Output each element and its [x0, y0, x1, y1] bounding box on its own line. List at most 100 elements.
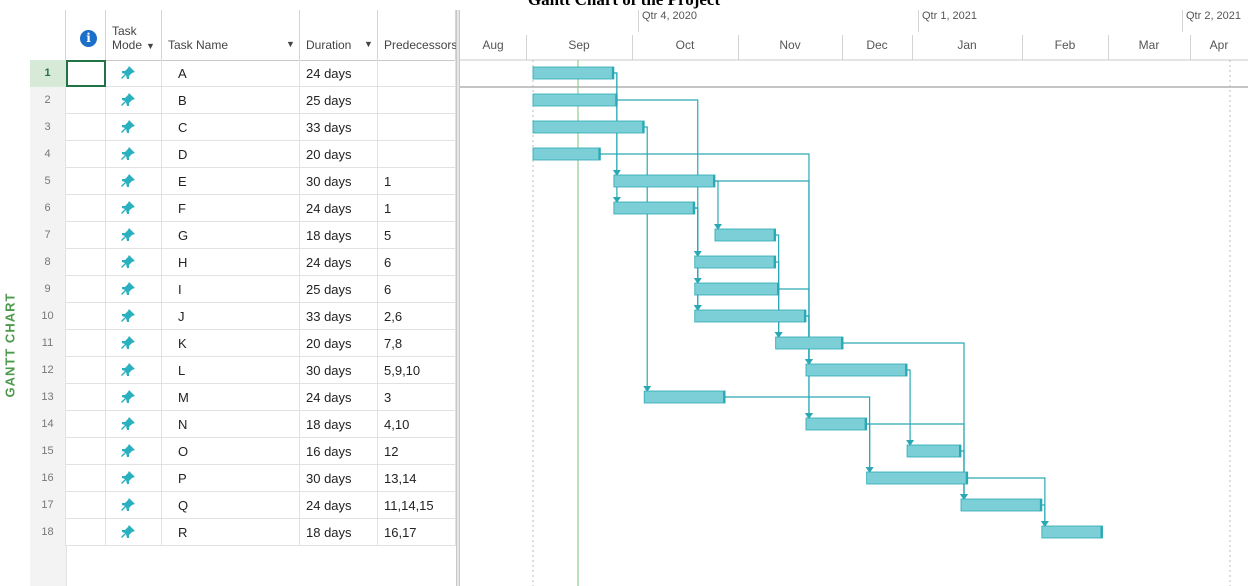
row-number[interactable]: 3	[30, 114, 66, 141]
task-mode-cell[interactable]	[106, 276, 162, 303]
task-mode-cell[interactable]	[106, 357, 162, 384]
task-name-column-header[interactable]: Task Name ▼	[162, 10, 300, 60]
task-mode-cell[interactable]	[106, 492, 162, 519]
duration-cell[interactable]: 33 days	[300, 114, 378, 141]
row-number[interactable]: 1	[30, 60, 66, 87]
duration-cell[interactable]: 24 days	[300, 249, 378, 276]
task-mode-cell[interactable]	[106, 303, 162, 330]
task-name-cell[interactable]: P	[162, 465, 300, 492]
task-row[interactable]: 10 J 33 days 2,6	[30, 303, 456, 330]
row-number[interactable]: 8	[30, 249, 66, 276]
predecessors-cell[interactable]: 13,14	[378, 465, 456, 492]
task-name-cell[interactable]: H	[162, 249, 300, 276]
predecessors-cell[interactable]: 16,17	[378, 519, 456, 546]
task-mode-cell[interactable]	[106, 411, 162, 438]
indicator-cell[interactable]	[66, 330, 106, 357]
predecessors-cell[interactable]: 3	[378, 384, 456, 411]
task-name-cell[interactable]: I	[162, 276, 300, 303]
task-bar[interactable]	[694, 282, 780, 296]
task-mode-cell[interactable]	[106, 168, 162, 195]
task-row[interactable]: 9 I 25 days 6	[30, 276, 456, 303]
task-bar[interactable]	[906, 444, 962, 458]
indicator-cell[interactable]	[66, 87, 106, 114]
task-row[interactable]: 18 R 18 days 16,17	[30, 519, 456, 546]
duration-cell[interactable]: 24 days	[300, 60, 378, 87]
task-bar[interactable]	[613, 174, 716, 188]
task-mode-cell[interactable]	[106, 87, 162, 114]
indicator-cell[interactable]	[66, 141, 106, 168]
task-row[interactable]: 6 F 24 days 1	[30, 195, 456, 222]
predecessors-cell[interactable]: 5	[378, 222, 456, 249]
task-row[interactable]: 1 A 24 days	[30, 60, 456, 87]
task-name-cell[interactable]: O	[162, 438, 300, 465]
predecessors-cell[interactable]: 11,14,15	[378, 492, 456, 519]
task-mode-cell[interactable]	[106, 141, 162, 168]
predecessors-cell[interactable]: 12	[378, 438, 456, 465]
predecessors-cell[interactable]: 7,8	[378, 330, 456, 357]
chevron-down-icon[interactable]: ▼	[364, 39, 373, 49]
duration-cell[interactable]: 20 days	[300, 141, 378, 168]
task-name-cell[interactable]: A	[162, 60, 300, 87]
task-row[interactable]: 15 O 16 days 12	[30, 438, 456, 465]
duration-cell[interactable]: 24 days	[300, 384, 378, 411]
indicator-cell[interactable]	[66, 195, 106, 222]
task-row[interactable]: 7 G 18 days 5	[30, 222, 456, 249]
select-all-corner[interactable]	[30, 10, 66, 60]
task-name-cell[interactable]: E	[162, 168, 300, 195]
task-name-cell[interactable]: L	[162, 357, 300, 384]
task-bar[interactable]	[532, 66, 615, 80]
row-number[interactable]: 11	[30, 330, 66, 357]
duration-cell[interactable]: 30 days	[300, 465, 378, 492]
chevron-down-icon[interactable]: ▼	[146, 41, 155, 51]
task-bar[interactable]	[694, 255, 777, 269]
task-mode-cell[interactable]	[106, 438, 162, 465]
predecessors-cell[interactable]: 1	[378, 168, 456, 195]
task-bar[interactable]	[613, 201, 696, 215]
row-number[interactable]: 16	[30, 465, 66, 492]
duration-cell[interactable]: 24 days	[300, 195, 378, 222]
task-mode-cell[interactable]	[106, 114, 162, 141]
indicator-cell[interactable]	[66, 465, 106, 492]
predecessors-cell[interactable]: 1	[378, 195, 456, 222]
task-mode-cell[interactable]	[106, 384, 162, 411]
predecessors-cell[interactable]	[378, 60, 456, 87]
task-bar[interactable]	[694, 309, 807, 323]
indicator-cell[interactable]	[66, 438, 106, 465]
row-number[interactable]: 12	[30, 357, 66, 384]
task-row[interactable]: 11 K 20 days 7,8	[30, 330, 456, 357]
indicator-cell[interactable]	[66, 411, 106, 438]
task-mode-cell[interactable]	[106, 519, 162, 546]
row-number[interactable]: 6	[30, 195, 66, 222]
predecessors-cell[interactable]	[378, 114, 456, 141]
task-bar[interactable]	[532, 93, 618, 107]
task-mode-cell[interactable]	[106, 249, 162, 276]
task-bar[interactable]	[643, 390, 726, 404]
duration-cell[interactable]: 18 days	[300, 519, 378, 546]
task-bar[interactable]	[960, 498, 1043, 512]
row-number[interactable]: 10	[30, 303, 66, 330]
indicator-cell[interactable]	[66, 492, 106, 519]
duration-cell[interactable]: 30 days	[300, 168, 378, 195]
row-number[interactable]: 18	[30, 519, 66, 546]
duration-cell[interactable]: 24 days	[300, 492, 378, 519]
task-mode-cell[interactable]	[106, 465, 162, 492]
row-number[interactable]: 13	[30, 384, 66, 411]
task-row[interactable]: 17 Q 24 days 11,14,15	[30, 492, 456, 519]
row-number[interactable]: 7	[30, 222, 66, 249]
task-name-cell[interactable]: R	[162, 519, 300, 546]
task-row[interactable]: 16 P 30 days 13,14	[30, 465, 456, 492]
chevron-down-icon[interactable]: ▼	[286, 39, 295, 49]
task-bar[interactable]	[866, 471, 969, 485]
task-mode-cell[interactable]	[106, 60, 162, 87]
indicator-cell[interactable]	[66, 357, 106, 384]
indicator-cell[interactable]	[66, 60, 106, 87]
task-name-cell[interactable]: G	[162, 222, 300, 249]
predecessors-cell[interactable]: 5,9,10	[378, 357, 456, 384]
predecessors-cell[interactable]: 6	[378, 249, 456, 276]
duration-cell[interactable]: 33 days	[300, 303, 378, 330]
predecessors-cell[interactable]: 2,6	[378, 303, 456, 330]
task-bar[interactable]	[1041, 525, 1103, 539]
task-bar[interactable]	[714, 228, 777, 242]
task-name-cell[interactable]: Q	[162, 492, 300, 519]
task-row[interactable]: 3 C 33 days	[30, 114, 456, 141]
